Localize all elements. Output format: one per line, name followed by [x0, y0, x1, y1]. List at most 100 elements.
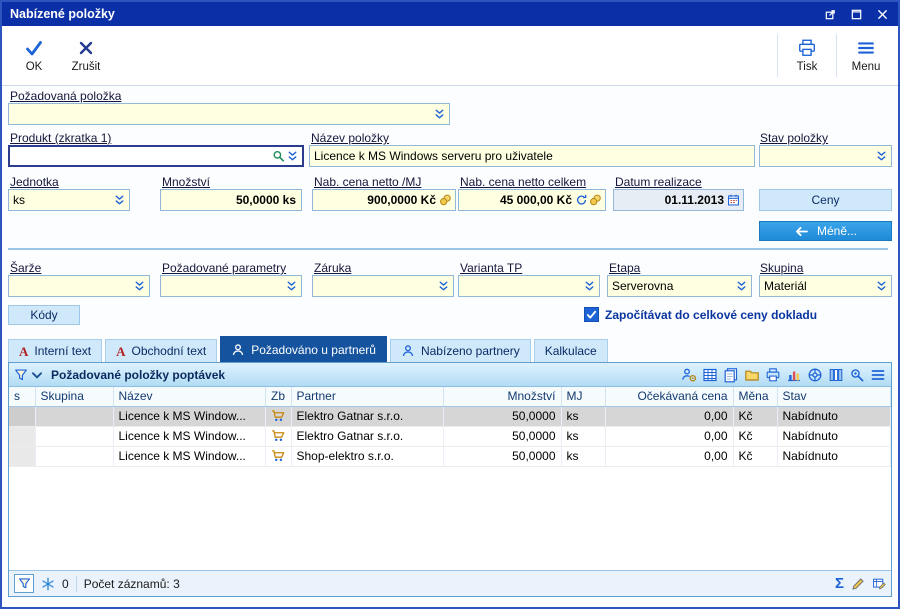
include-in-total-label[interactable]: Započítávat do celkové ceny dokladu [605, 308, 817, 322]
chevron-down-icon[interactable] [30, 368, 44, 382]
table-cell[interactable] [9, 446, 36, 467]
codes-button[interactable]: Kódy [8, 305, 80, 325]
table-cell[interactable]: Kč [733, 406, 778, 427]
column-header-Množství[interactable]: Množství [443, 387, 562, 407]
table-cell[interactable]: Kč [733, 446, 778, 467]
total-price-label[interactable]: Nab. cena netto celkem [460, 175, 586, 189]
list-menu-icon[interactable] [870, 367, 886, 383]
tab-2[interactable]: A Obchodní text [105, 339, 218, 362]
realization-date-field[interactable]: 01.11.2013 [613, 189, 744, 211]
less-button[interactable]: Méně... [759, 221, 892, 241]
window-close-icon[interactable] [870, 4, 894, 24]
window-maximize-icon[interactable] [844, 4, 868, 24]
table-cell[interactable] [9, 406, 36, 427]
prices-button[interactable]: Ceny [759, 189, 892, 211]
sum-icon[interactable]: Σ [835, 576, 844, 591]
dropdown-icon[interactable] [437, 279, 450, 293]
dropdown-icon[interactable] [133, 279, 146, 293]
table-cell[interactable]: Shop-elektro s.r.o. [291, 446, 444, 467]
lookup-icon[interactable] [272, 149, 285, 163]
chart-icon[interactable] [786, 367, 802, 383]
calendar-icon[interactable] [727, 193, 740, 207]
table-cell[interactable] [9, 426, 36, 447]
column-header-Očekávaná cena[interactable]: Očekávaná cena [605, 387, 734, 407]
folder-icon[interactable] [744, 367, 760, 383]
grid-edit-icon[interactable] [872, 577, 886, 591]
dropdown-icon[interactable] [285, 279, 298, 293]
filter-icon[interactable] [14, 574, 34, 593]
pencil-icon[interactable] [851, 577, 865, 591]
dropdown-icon[interactable] [433, 107, 446, 121]
table-cell[interactable] [35, 426, 114, 447]
item-name-field[interactable]: Licence k MS Windows serveru pro uživate… [309, 145, 755, 167]
requested-item-field[interactable] [8, 103, 450, 125]
variant-label[interactable]: Varianta TP [460, 261, 522, 275]
column-header-Partner[interactable]: Partner [291, 387, 444, 407]
requested-params-field[interactable] [160, 275, 302, 297]
quantity-field[interactable]: 50,0000 ks [160, 189, 302, 211]
column-header-Skupina[interactable]: Skupina [35, 387, 114, 407]
coins-icon[interactable] [439, 193, 452, 207]
spreadsheet-icon[interactable] [702, 367, 718, 383]
realization-date-label[interactable]: Datum realizace [615, 175, 702, 189]
dropdown-icon[interactable] [735, 279, 748, 293]
column-header-Měna[interactable]: Měna [733, 387, 778, 407]
titlebar[interactable]: Nabízené položky [2, 2, 898, 26]
unit-price-label[interactable]: Nab. cena netto /MJ [314, 175, 421, 189]
requested-params-label[interactable]: Požadované parametry [162, 261, 286, 275]
printer-icon[interactable] [765, 367, 781, 383]
stage-label[interactable]: Etapa [609, 261, 640, 275]
refresh-icon[interactable] [575, 193, 588, 207]
dropdown-icon[interactable] [113, 193, 126, 207]
snowflake-icon[interactable] [41, 577, 55, 591]
product-label[interactable]: Produkt (zkratka 1) [10, 131, 111, 145]
cancel-button[interactable]: Zrušit [60, 28, 112, 83]
requested-item-label[interactable]: Požadovaná položka [10, 89, 121, 103]
table-cell[interactable]: Elektro Gatnar s.r.o. [291, 406, 444, 427]
table-cell[interactable]: 50,0000 [443, 446, 562, 467]
batch-field[interactable] [8, 275, 150, 297]
include-in-total-checkbox[interactable] [584, 307, 599, 322]
stage-field[interactable]: Serverovna [607, 275, 752, 297]
table-cell[interactable]: Nabídnuto [777, 406, 891, 427]
settings-search-icon[interactable] [849, 367, 865, 383]
table-cell[interactable]: Kč [733, 426, 778, 447]
table-cell[interactable]: 0,00 [605, 446, 734, 467]
table-cell[interactable]: Licence k MS Window... [113, 426, 266, 447]
ok-button[interactable]: OK [8, 28, 60, 83]
quantity-label[interactable]: Množství [162, 175, 210, 189]
tab-1[interactable]: A Interní text [8, 339, 103, 362]
variant-field[interactable] [458, 275, 600, 297]
table-cell[interactable]: 0,00 [605, 426, 734, 447]
table-cell[interactable] [265, 406, 292, 427]
column-header-Stav[interactable]: Stav [777, 387, 891, 407]
dropdown-icon[interactable] [286, 149, 299, 163]
table-cell[interactable]: 50,0000 [443, 406, 562, 427]
item-state-field[interactable] [759, 145, 892, 167]
table-cell[interactable] [265, 446, 292, 467]
column-header-MJ[interactable]: MJ [561, 387, 606, 407]
window-restore-icon[interactable] [818, 4, 842, 24]
document-copy-icon[interactable] [723, 367, 739, 383]
dropdown-icon[interactable] [875, 149, 888, 163]
table-cell[interactable]: Nabídnuto [777, 446, 891, 467]
unit-price-field[interactable]: 900,0000 Kč [312, 189, 456, 211]
dropdown-icon[interactable] [875, 279, 888, 293]
tab-3[interactable]: Požadováno u partnerů [220, 336, 387, 362]
wheel-icon[interactable] [807, 367, 823, 383]
coins-icon[interactable] [589, 193, 602, 207]
table-row[interactable]: Licence k MS Window... Elektro Gatnar s.r… [9, 426, 891, 447]
product-field[interactable] [8, 145, 304, 167]
column-header-Zb[interactable]: Zb [265, 387, 292, 407]
group-label[interactable]: Skupina [760, 261, 803, 275]
table-cell[interactable] [35, 446, 114, 467]
table-cell[interactable]: Licence k MS Window... [113, 446, 266, 467]
item-state-label[interactable]: Stav položky [760, 131, 828, 145]
group-field[interactable]: Materiál [759, 275, 892, 297]
table-cell[interactable]: ks [561, 446, 606, 467]
unit-field[interactable]: ks [8, 189, 130, 211]
table-row[interactable]: Licence k MS Window... Elektro Gatnar s.r… [9, 406, 891, 427]
warranty-label[interactable]: Záruka [314, 261, 351, 275]
table-cell[interactable]: 0,00 [605, 406, 734, 427]
item-name-label[interactable]: Název položky [311, 131, 389, 145]
